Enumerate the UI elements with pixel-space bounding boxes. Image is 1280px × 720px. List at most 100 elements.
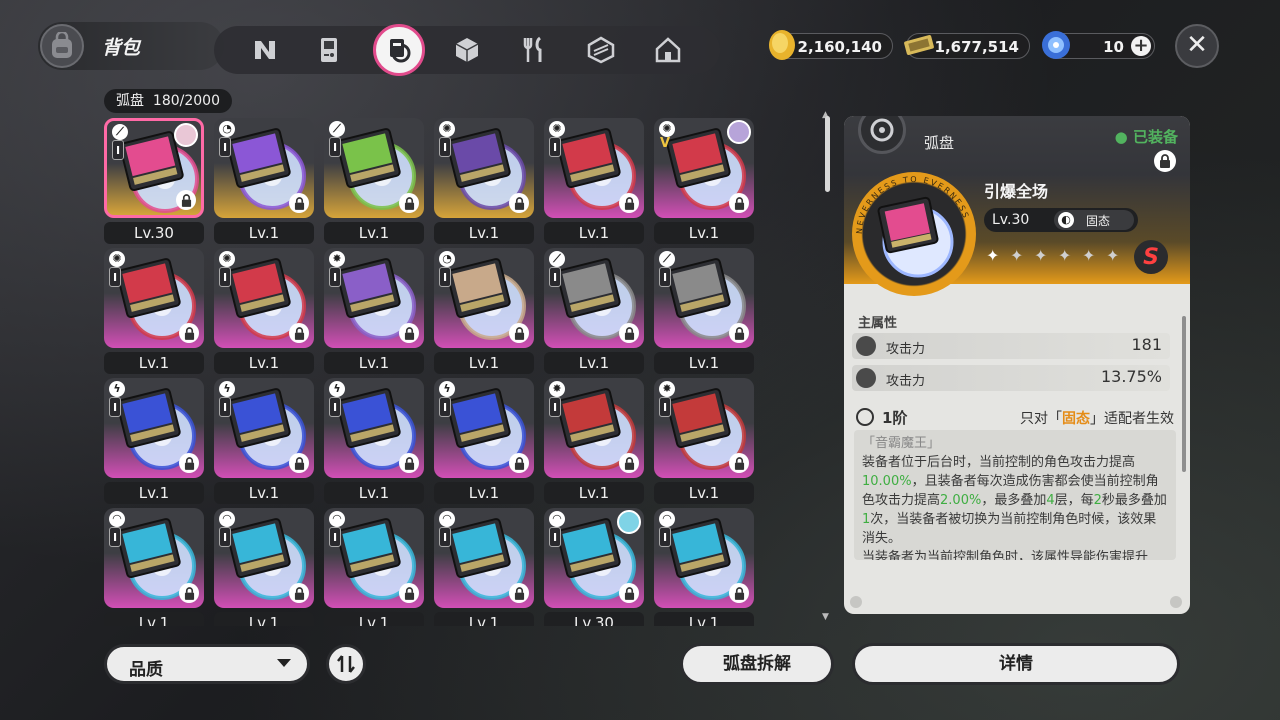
- disc-grid: ⟋ I Lv.30 ◔ I Lv.1 ⟋ I Lv.1 ✺ I Lv.1 ✺ I Lv.1 ✺ V Lv.1 ✺ I L…: [98, 114, 758, 626]
- dismantle-button[interactable]: 弧盘拆解: [680, 643, 834, 685]
- equipped-avatar: [727, 120, 751, 144]
- lock-icon[interactable]: [289, 323, 309, 343]
- tab-box[interactable]: [582, 31, 620, 69]
- sort-order-button[interactable]: [326, 644, 366, 684]
- disc-card[interactable]: ϟ I Lv.1: [324, 378, 424, 508]
- attribute-icon: ϟ: [219, 381, 235, 397]
- lock-icon[interactable]: [729, 193, 749, 213]
- rank-badge: I: [549, 397, 561, 417]
- grid-scrollbar[interactable]: [825, 116, 830, 192]
- attribute-icon: ◔: [219, 121, 235, 137]
- lock-icon[interactable]: [176, 190, 196, 210]
- disc-level: Lv.1: [324, 222, 424, 244]
- disc-card[interactable]: ◠ I Lv.1: [434, 508, 534, 626]
- effect-text-continued: 当装备者为当前控制角色时，该属性导能伤害提升: [862, 550, 1149, 560]
- lock-icon[interactable]: [289, 583, 309, 603]
- disc-card[interactable]: ✺ I Lv.1: [434, 118, 534, 248]
- rank-badge: I: [219, 137, 231, 157]
- disc-card[interactable]: ✸ I Lv.1: [654, 378, 754, 508]
- restriction-text: 」适配者生效: [1090, 411, 1174, 427]
- lock-icon[interactable]: [729, 323, 749, 343]
- disc-art: ϟI: [324, 378, 424, 478]
- disc-card[interactable]: ⟋ I Lv.1: [654, 248, 754, 378]
- disc-level: Lv.1: [324, 482, 424, 504]
- close-button[interactable]: ✕: [1175, 24, 1219, 68]
- disc-card[interactable]: ⟋ I Lv.30: [104, 118, 204, 248]
- disc-card[interactable]: ϟ I Lv.1: [104, 378, 204, 508]
- tab-food[interactable]: [515, 31, 553, 69]
- disc-attribute: ◐ 固态: [1054, 210, 1134, 230]
- lock-toggle[interactable]: [1154, 150, 1176, 172]
- tab-disc-case[interactable]: [373, 24, 425, 76]
- quality-filter-dropdown[interactable]: 品质: [104, 644, 310, 684]
- lock-icon[interactable]: [179, 583, 199, 603]
- rank-badge: I: [329, 527, 341, 547]
- lock-icon[interactable]: [289, 193, 309, 213]
- scroll-down-arrow[interactable]: ▼: [822, 612, 829, 622]
- lock-icon[interactable]: [289, 453, 309, 473]
- tab-gameboy[interactable]: [310, 31, 348, 69]
- add-energy-button[interactable]: +: [1131, 36, 1151, 56]
- tier-restriction: 只对「固态」适配者生效: [1020, 408, 1174, 428]
- tab-n-logo[interactable]: [246, 31, 284, 69]
- disc-card[interactable]: ◠ I Lv.1: [214, 508, 314, 626]
- disc-art: ◠ I: [214, 508, 314, 608]
- disc-card[interactable]: ⟋ I Lv.1: [324, 118, 424, 248]
- tab-cube[interactable]: [448, 31, 486, 69]
- equipped-avatar: [617, 510, 641, 534]
- stat-value: 181: [1131, 335, 1162, 354]
- attribute-icon: ◠: [329, 511, 345, 527]
- disc-art: ◠ I: [324, 508, 424, 608]
- disc-card[interactable]: ◠ I Lv.30: [544, 508, 644, 626]
- rank-badge: S: [1134, 240, 1168, 274]
- tab-home[interactable]: [649, 31, 687, 69]
- disc-card[interactable]: ◠ I Lv.1: [104, 508, 204, 626]
- lock-icon[interactable]: [619, 453, 639, 473]
- chevron-down-icon: [277, 659, 291, 667]
- effect-description[interactable]: 「音霸魔王」 装备者位于后台时，当前控制的角色攻击力提高10.00%，且装备者每…: [854, 430, 1176, 560]
- lock-icon[interactable]: [509, 583, 529, 603]
- lock-icon[interactable]: [509, 453, 529, 473]
- lock-icon[interactable]: [179, 453, 199, 473]
- lock-icon[interactable]: [509, 193, 529, 213]
- details-button[interactable]: 详情: [852, 643, 1180, 685]
- effect-text: 装备者位于后台时，当前控制的角色攻击力提高10.00%，且装备者每次造成伤害都会…: [862, 455, 1167, 546]
- lock-icon[interactable]: [509, 323, 529, 343]
- disc-card[interactable]: ✺ I Lv.1: [544, 118, 644, 248]
- main-stats-label: 主属性: [858, 316, 898, 331]
- disc-card[interactable]: ✸ I Lv.1: [544, 378, 644, 508]
- lock-icon[interactable]: [399, 193, 419, 213]
- disc-card[interactable]: ◠ I Lv.1: [654, 508, 754, 626]
- disc-card[interactable]: ◔ I Lv.1: [434, 248, 534, 378]
- disc-card[interactable]: ϟ I Lv.1: [434, 378, 534, 508]
- rank-badge: I: [219, 397, 231, 417]
- rank-badge: I: [109, 267, 121, 287]
- disc-art: ◠ I: [654, 508, 754, 608]
- attack-icon: [856, 336, 876, 356]
- stat-row: 攻击力 181: [852, 333, 1170, 359]
- disc-card[interactable]: ϟ I Lv.1: [214, 378, 314, 508]
- disc-level: Lv.1: [434, 222, 534, 244]
- lock-icon[interactable]: [619, 323, 639, 343]
- lock-icon[interactable]: [399, 583, 419, 603]
- lock-icon[interactable]: [399, 323, 419, 343]
- disc-card[interactable]: ✺ V Lv.1: [654, 118, 754, 248]
- lock-icon[interactable]: [179, 323, 199, 343]
- equipped-status: ● 已装备: [1114, 128, 1178, 146]
- disc-card[interactable]: ✸ I Lv.1: [324, 248, 424, 378]
- detail-scrollbar[interactable]: [1182, 316, 1186, 472]
- lock-icon[interactable]: [619, 583, 639, 603]
- lock-icon[interactable]: [619, 193, 639, 213]
- tier-icon: [856, 408, 874, 426]
- disc-card[interactable]: ◔ I Lv.1: [214, 118, 314, 248]
- disc-card[interactable]: ◠ I Lv.1: [324, 508, 424, 626]
- cube-icon: [455, 38, 479, 62]
- lock-icon[interactable]: [399, 453, 419, 473]
- disc-card[interactable]: ✺ I Lv.1: [214, 248, 314, 378]
- lock-icon[interactable]: [729, 453, 749, 473]
- lock-icon[interactable]: [729, 583, 749, 603]
- disc-card[interactable]: ✺ I Lv.1: [104, 248, 204, 378]
- attribute-icon: ϟ: [329, 381, 345, 397]
- disc-card[interactable]: ⟋ I Lv.1: [544, 248, 644, 378]
- star-icon: ✦: [1106, 246, 1120, 265]
